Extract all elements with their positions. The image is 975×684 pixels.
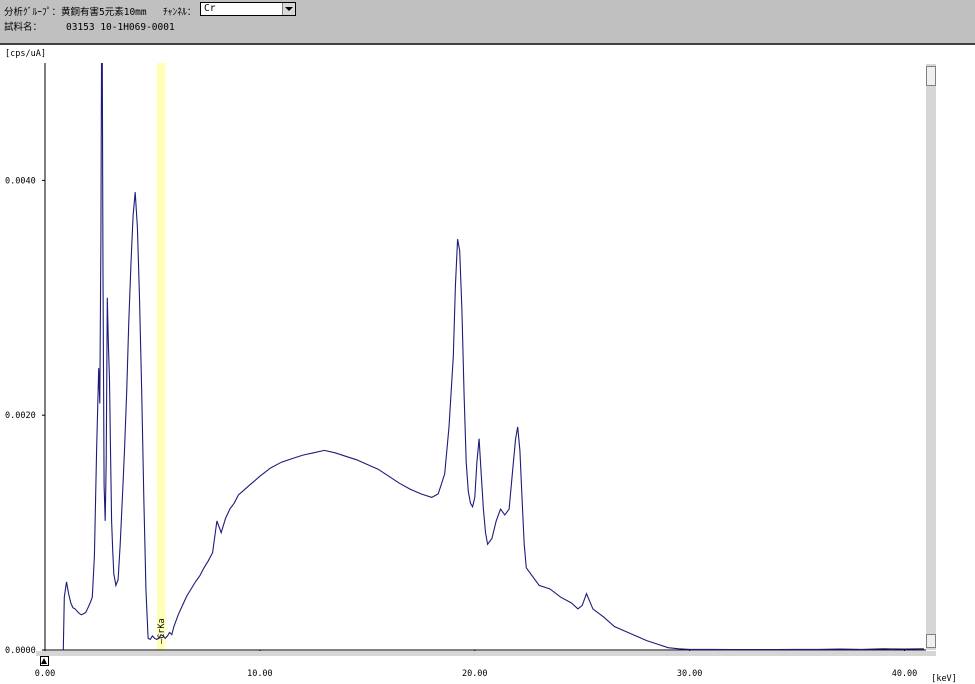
sample-line: 試料名： 03153 10-1H069-0001 bbox=[4, 19, 175, 33]
triangle-up-icon[interactable] bbox=[40, 656, 49, 666]
sample-value: 03153 10-1H069-0001 bbox=[66, 22, 175, 33]
x-tick-label: 30.00 bbox=[677, 669, 703, 679]
toolbar-header: 分析ｸﾞﾙｰﾌﾟ：黄銅有害5元素10mm ﾁｬﾝﾈﾙ： Cr 試料名： 03153… bbox=[0, 0, 975, 45]
x-tick-label: 40.00 bbox=[892, 669, 918, 679]
channel-select[interactable]: Cr bbox=[200, 2, 296, 16]
channel-label: ﾁｬﾝﾈﾙ： bbox=[163, 7, 197, 18]
highlight-band-label: —CrKa bbox=[157, 618, 167, 644]
channel-value: Cr bbox=[204, 3, 216, 14]
x-tick-label: 20.00 bbox=[462, 669, 488, 679]
x-axis-label: [keV] bbox=[931, 674, 957, 684]
analysis-group-label: 分析ｸﾞﾙｰﾌﾟ： bbox=[4, 7, 62, 18]
sample-label: 試料名： bbox=[4, 22, 43, 33]
y-tick-label: 0.0000 bbox=[5, 646, 36, 656]
spectrum-chart[interactable]: [cps/uA] [keV] —CrKa 0.0000 0.0020 0.0040 0… bbox=[0, 45, 975, 684]
chevron-down-icon[interactable] bbox=[282, 3, 295, 15]
scroll-up-handle[interactable] bbox=[926, 66, 936, 86]
scroll-down-handle[interactable] bbox=[926, 634, 936, 648]
horizontal-scrollbar[interactable] bbox=[36, 651, 936, 656]
analysis-group-line: 分析ｸﾞﾙｰﾌﾟ：黄銅有害5元素10mm bbox=[4, 4, 147, 18]
x-tick-label: 0.00 bbox=[35, 669, 55, 679]
x-tick-label: 10.00 bbox=[247, 669, 273, 679]
plot-area bbox=[45, 63, 926, 650]
highlight-band bbox=[156, 63, 166, 650]
vertical-scrollbar[interactable] bbox=[926, 64, 936, 650]
y-tick-label: 0.0020 bbox=[5, 411, 36, 421]
y-tick-label: 0.0040 bbox=[5, 176, 36, 186]
analysis-group-value: 黄銅有害5元素10mm bbox=[61, 7, 147, 18]
y-axis-label: [cps/uA] bbox=[5, 49, 46, 59]
